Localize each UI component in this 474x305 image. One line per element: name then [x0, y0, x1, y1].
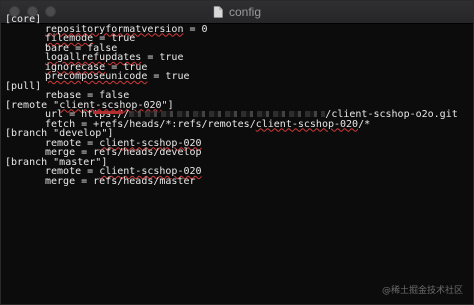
code-text: = true [141, 52, 184, 63]
code-editor-area[interactable]: [core] repositoryformatversion = 0 filemod… [5, 15, 471, 186]
spellcheck-flagged-word: client-scshop-020 [255, 118, 359, 130]
spellcheck-flagged-word: precomposeunicode [45, 71, 148, 82]
redacted-url-highlight [93, 111, 124, 114]
code-line: precomposeunicode = true [5, 72, 471, 82]
text-editor-window: config [core] repositoryformatversion = 0… [0, 0, 474, 305]
code-text: "] [161, 99, 174, 111]
code-text: = true [147, 71, 190, 82]
watermark-text: @稀土掘金技术社区 [381, 286, 463, 296]
redacted-url-mask [129, 111, 326, 117]
code-line: merge = refs/heads/master [45, 175, 196, 187]
code-text: = 0 [183, 23, 208, 35]
code-text: /* [358, 118, 371, 130]
